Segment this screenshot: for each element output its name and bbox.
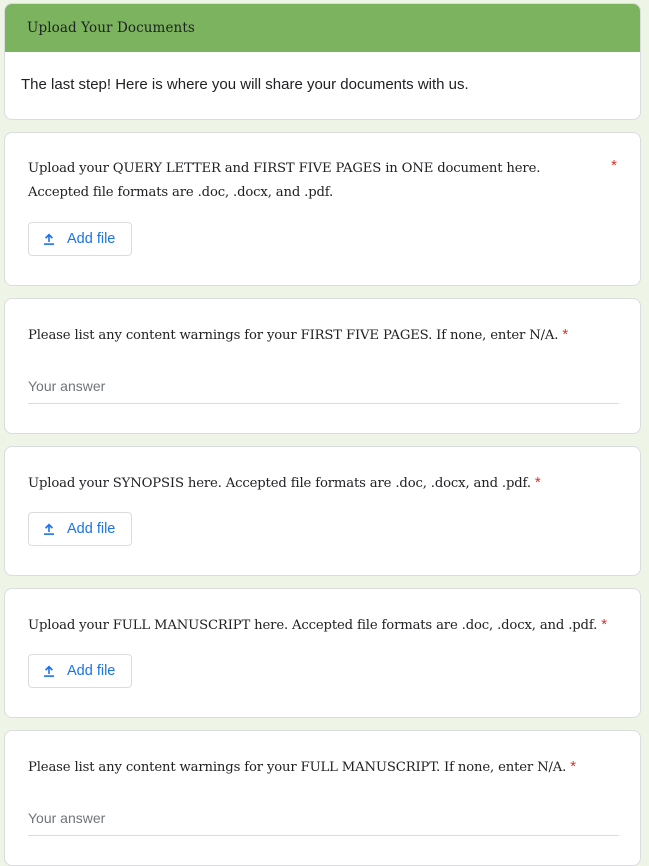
question-text: Please list any content warnings for you… <box>28 760 567 775</box>
question-text: Upload your QUERY LETTER and FIRST FIVE … <box>28 161 541 200</box>
question-title: Please list any content warnings for you… <box>28 755 612 780</box>
upload-icon <box>44 523 54 535</box>
question-card-warnings-first-pages: Please list any content warnings for you… <box>4 298 641 434</box>
question-title: Upload your FULL MANUSCRIPT here. Accept… <box>28 613 612 638</box>
short-answer-input[interactable]: Your answer <box>28 375 619 404</box>
add-file-label: Add file <box>67 663 116 679</box>
add-file-label: Add file <box>67 231 116 247</box>
short-answer-input[interactable]: Your answer <box>28 807 619 836</box>
section-description: The last step! Here is where you will sh… <box>21 76 469 93</box>
required-asterisk: * <box>601 616 607 633</box>
upload-icon <box>44 233 54 245</box>
question-title: Please list any content warnings for you… <box>28 323 612 348</box>
upload-icon <box>44 665 54 677</box>
add-file-button[interactable]: Add file <box>28 654 132 688</box>
question-card-full-manuscript: Upload your FULL MANUSCRIPT here. Accept… <box>4 588 641 718</box>
question-title: Upload your SYNOPSIS here. Accepted file… <box>28 471 612 496</box>
add-file-label: Add file <box>67 521 116 537</box>
add-file-button[interactable]: Add file <box>28 512 132 546</box>
question-card-warnings-full-manuscript: Please list any content warnings for you… <box>4 730 641 866</box>
question-card-synopsis: Upload your SYNOPSIS here. Accepted file… <box>4 446 641 576</box>
answer-placeholder: Your answer <box>28 810 106 826</box>
required-asterisk: * <box>611 157 617 174</box>
add-file-button[interactable]: Add file <box>28 222 132 256</box>
question-text: Please list any content warnings for you… <box>28 328 559 343</box>
question-card-query-letter: Upload your QUERY LETTER and FIRST FIVE … <box>4 132 641 286</box>
section-title: Upload Your Documents <box>5 4 640 52</box>
required-asterisk: * <box>562 326 569 343</box>
answer-placeholder: Your answer <box>28 378 106 394</box>
question-text: Upload your FULL MANUSCRIPT here. Accept… <box>28 618 598 633</box>
required-asterisk: * <box>534 474 541 491</box>
question-text: Upload your SYNOPSIS here. Accepted file… <box>28 476 531 491</box>
question-title: Upload your QUERY LETTER and FIRST FIVE … <box>28 157 596 205</box>
section-header-card: Upload Your Documents The last step! Her… <box>4 3 641 120</box>
required-asterisk: * <box>570 758 576 775</box>
